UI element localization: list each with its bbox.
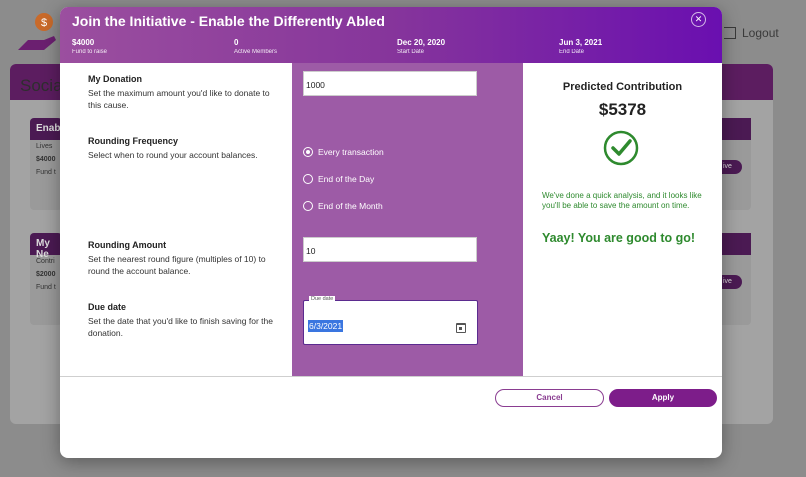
background-card-title: Enabl	[30, 118, 63, 140]
stat-start-date: Dec 20, 2020 Start Date	[397, 38, 445, 55]
stat-value: Jun 3, 2021	[559, 38, 603, 47]
due-date-field[interactable]: Due date 6/3/2021	[303, 296, 478, 345]
background-initiative-card: Enabl Lives $4000 Fund t	[30, 118, 63, 210]
radio-label: End of the Day	[318, 174, 375, 184]
radio-unselected-icon	[303, 201, 313, 211]
background-card-amount: $2000	[36, 271, 56, 278]
stat-label: Active Members	[234, 49, 278, 55]
due-date-value[interactable]: 6/3/2021	[308, 320, 344, 332]
donation-desc: Set the maximum amount you'd like to don…	[88, 88, 270, 110]
join-initiative-modal: Join the Initiative - Enable the Differe…	[60, 7, 722, 458]
background-card-line: Lives	[36, 143, 53, 150]
prediction-panel: Predicted Contribution $5378 We've done …	[523, 63, 722, 376]
logo-icon: $	[18, 13, 56, 50]
svg-text:$: $	[41, 17, 47, 29]
radio-unselected-icon	[303, 174, 313, 184]
stat-label: Fund to raise	[72, 49, 108, 55]
radio-label: End of the Month	[318, 201, 383, 211]
stat-fund-to-raise: $4000 Fund to raise	[72, 38, 107, 55]
analysis-text: We've done a quick analysis, and it look…	[542, 191, 702, 210]
stat-value: $4000	[72, 38, 95, 47]
due-date-label-group: Due date Set the date that you'd like to…	[88, 302, 278, 339]
donation-input[interactable]: 1000	[303, 71, 477, 96]
rounding-amount-desc: Set the nearest round figure (multiples …	[88, 254, 266, 276]
close-icon[interactable]: ✕	[691, 12, 706, 27]
background-card-right: ive	[722, 233, 751, 325]
predicted-contribution-value: $5378	[598, 100, 647, 119]
background-card-right: ive	[722, 118, 751, 210]
stat-end-date: Jun 3, 2021 End Date	[559, 38, 602, 55]
background-action-button[interactable]: ive	[722, 275, 742, 289]
rounding-amount-label-group: Rounding Amount Set the nearest round fi…	[88, 240, 278, 277]
logout-label: Logout	[742, 26, 779, 40]
donation-title: My Donation	[88, 74, 142, 84]
background-card-right-header	[722, 233, 751, 255]
stat-active-members: 0 Active Members	[234, 38, 277, 55]
logout-link[interactable]: Logout	[724, 26, 779, 40]
modal-body: My Donation Set the maximum amount you'd…	[60, 63, 722, 376]
status-message: Yaay! You are good to go!	[542, 231, 696, 245]
background-initiative-card: My Ne Contri $2000 Fund t	[30, 233, 62, 325]
predicted-contribution-title: Predicted Contribution	[562, 81, 683, 93]
background-card-title: My Ne	[30, 233, 62, 260]
modal-header: Join the Initiative - Enable the Differe…	[60, 7, 722, 63]
cancel-button[interactable]: Cancel	[495, 389, 604, 407]
due-date-field-label: Due date	[309, 296, 336, 302]
rounding-amount-title: Rounding Amount	[88, 240, 167, 250]
rounding-amount-input[interactable]: 10	[303, 237, 477, 262]
form-inputs-column: 1000 Every transaction End of the Day En…	[292, 63, 523, 376]
radio-end-of-day[interactable]: End of the Day	[303, 174, 374, 184]
logout-icon	[724, 27, 736, 39]
stat-label: Start Date	[397, 49, 425, 55]
due-date-desc: Set the date that you'd like to finish s…	[88, 316, 273, 338]
background-card-amount: $4000	[36, 156, 56, 163]
rounding-frequency-desc: Select when to round your account balanc…	[88, 150, 258, 160]
background-card-caption: Fund t	[36, 169, 56, 176]
rounding-frequency-title: Rounding Frequency	[88, 136, 178, 146]
donation-label-group: My Donation Set the maximum amount you'd…	[88, 74, 278, 111]
check-circle-icon	[603, 130, 639, 166]
rounding-frequency-label-group: Rounding Frequency Select when to round …	[88, 136, 278, 161]
radio-end-of-month[interactable]: End of the Month	[303, 201, 383, 211]
radio-selected-icon	[303, 147, 313, 157]
footer-divider	[60, 376, 722, 377]
due-date-title: Due date	[88, 302, 127, 312]
stat-value: Dec 20, 2020	[397, 38, 446, 47]
background-card-caption: Fund t	[36, 284, 56, 291]
stat-value: 0	[234, 38, 239, 47]
background-card-right-header	[722, 118, 751, 140]
modal-title: Join the Initiative - Enable the Differe…	[72, 13, 385, 29]
apply-button[interactable]: Apply	[609, 389, 717, 407]
stat-label: End Date	[559, 49, 585, 55]
calendar-icon[interactable]	[456, 323, 466, 333]
radio-label: Every transaction	[318, 147, 384, 157]
background-action-button[interactable]: ive	[722, 160, 742, 174]
form-labels-column: My Donation Set the maximum amount you'd…	[60, 63, 292, 376]
radio-every-transaction[interactable]: Every transaction	[303, 147, 384, 157]
